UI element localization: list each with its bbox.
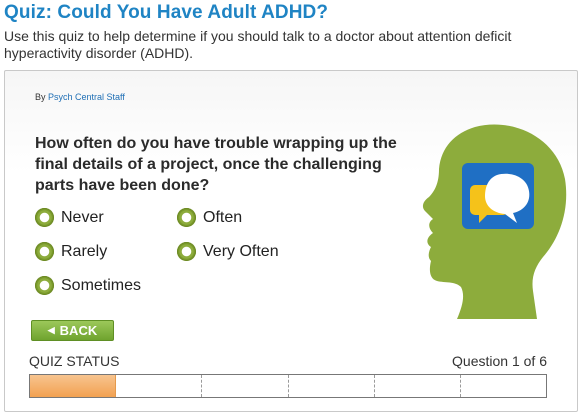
- radio-button-icon[interactable]: [177, 208, 196, 227]
- progress-segment: [116, 375, 203, 397]
- answer-option-very-often[interactable]: Very Often: [177, 242, 279, 261]
- radio-button-icon[interactable]: [35, 276, 54, 295]
- answer-label: Sometimes: [61, 276, 142, 294]
- byline: By Psych Central Staff: [35, 92, 125, 102]
- progress-segment: [375, 375, 461, 397]
- answer-label: Rarely: [61, 242, 108, 260]
- answer-label: Very Often: [203, 242, 279, 260]
- answer-option-sometimes[interactable]: Sometimes: [35, 276, 141, 295]
- answer-label: Never: [61, 208, 104, 226]
- back-button[interactable]: ◀ BACK: [31, 320, 114, 341]
- answer-option-rarely[interactable]: Rarely: [35, 242, 107, 261]
- back-arrow-icon: ◀: [47, 325, 55, 335]
- intro-text: Use this quiz to help determine if you s…: [4, 28, 512, 61]
- quiz-status-label: QUIZ STATUS: [29, 353, 120, 369]
- byline-prefix: By: [35, 92, 46, 102]
- answer-option-never[interactable]: Never: [35, 208, 104, 227]
- progress-segment: [202, 375, 289, 397]
- progress-bar: [29, 374, 547, 398]
- question-counter: Question 1 of 6: [452, 353, 547, 369]
- quiz-panel: By Psych Central Staff How often do you …: [4, 70, 578, 412]
- radio-button-icon[interactable]: [177, 242, 196, 261]
- radio-button-icon[interactable]: [35, 242, 54, 261]
- question-text: How often do you have trouble wrapping u…: [35, 135, 397, 194]
- back-button-label: BACK: [59, 323, 98, 338]
- head-silhouette-icon: [422, 124, 567, 319]
- answer-label: Often: [203, 208, 243, 226]
- progress-segment-filled: [30, 375, 117, 397]
- radio-button-icon[interactable]: [35, 208, 54, 227]
- progress-segment: [289, 375, 375, 397]
- author-link[interactable]: Psych Central Staff: [48, 92, 125, 102]
- speech-bubbles-icon: [462, 163, 534, 229]
- page-title: Quiz: Could You Have Adult ADHD?: [4, 2, 329, 23]
- progress-segment: [461, 375, 546, 397]
- answer-option-often[interactable]: Often: [177, 208, 242, 227]
